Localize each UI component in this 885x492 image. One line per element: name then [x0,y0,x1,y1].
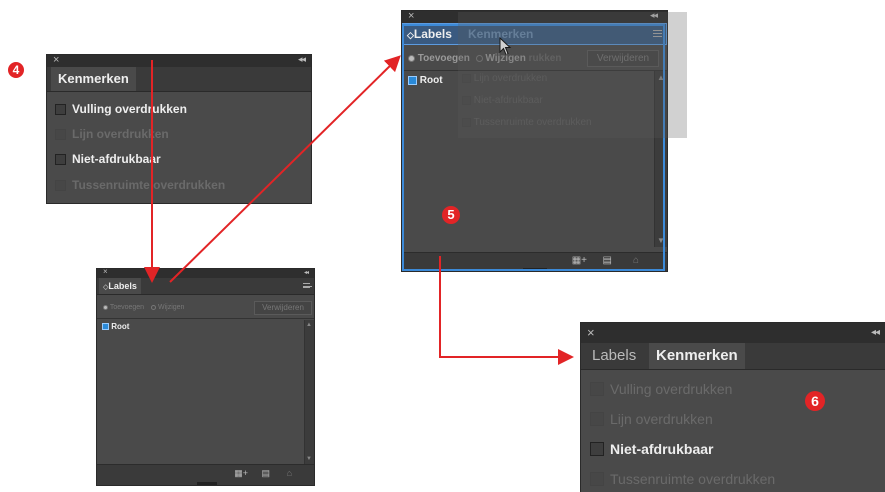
arrow-5-to-6 [439,256,574,365]
arrow-labels-to-5 [169,55,401,283]
flow-arrows [144,55,574,365]
